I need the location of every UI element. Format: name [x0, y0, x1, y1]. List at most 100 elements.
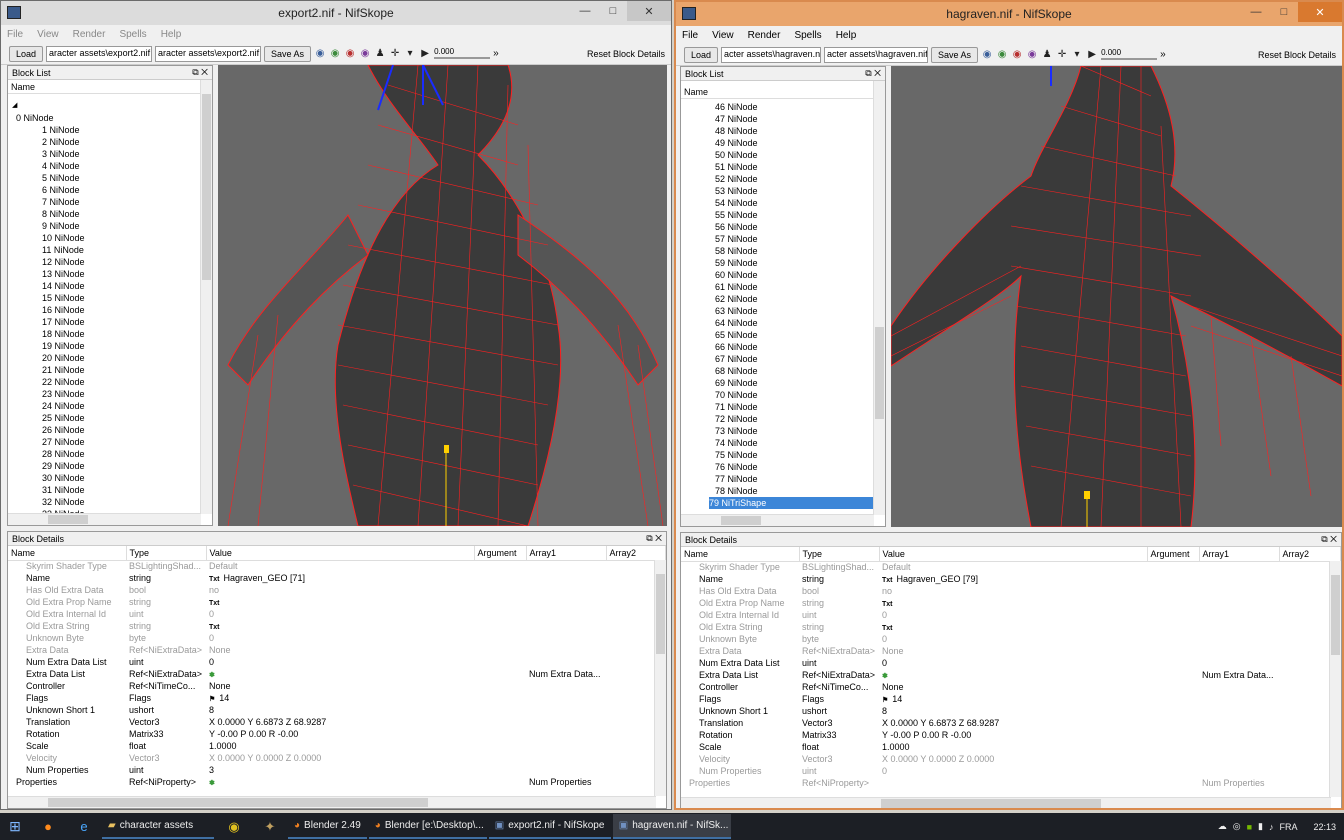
view-icon[interactable]: ◉ [1011, 49, 1023, 61]
dock-controls-icon[interactable]: ⧉ ✕ [646, 533, 666, 544]
windows-start-icon[interactable]: ⊞ [0, 813, 30, 840]
block-list-item[interactable]: 52 NiNode [685, 173, 885, 185]
menu-spells[interactable]: Spells [119, 29, 146, 40]
toolbar-more[interactable]: » [493, 48, 499, 59]
volume-icon[interactable]: ♪ [1269, 822, 1274, 832]
language-indicator[interactable]: FRA [1279, 822, 1297, 832]
block-list-item[interactable]: 57 NiNode [685, 233, 885, 245]
block-list-item[interactable]: 64 NiNode [685, 317, 885, 329]
details-row[interactable]: Controller Ref<NiTimeCo... None [8, 680, 666, 692]
block-list-item[interactable]: 21 NiNode [12, 364, 212, 376]
field-value[interactable]: 8 [879, 705, 1147, 717]
details-row[interactable]: Name string Txt Hagraven_GEO [79] [681, 573, 1341, 585]
details-row[interactable]: Flags Flags ⚑ 14 [8, 692, 666, 704]
menu-file[interactable]: File [682, 30, 698, 41]
block-list-item[interactable]: 46 NiNode [685, 101, 885, 113]
col-array1[interactable]: Array1 [526, 546, 607, 561]
field-value[interactable]: Default [879, 561, 1147, 573]
block-list-item[interactable]: 54 NiNode [685, 197, 885, 209]
details-row[interactable]: Has Old Extra Data bool no [681, 585, 1341, 597]
load-button[interactable]: Load [684, 46, 719, 63]
taskbar-task[interactable]: ▣ hagraven.nif - NifSk... [612, 814, 731, 839]
minimize-button[interactable]: — [1242, 2, 1270, 22]
block-list-item[interactable]: 12 NiNode [12, 256, 212, 268]
field-value[interactable]: 3 [206, 764, 474, 776]
menu-render[interactable]: Render [73, 29, 106, 40]
time-slider[interactable]: 0.000 [434, 47, 491, 61]
field-value[interactable]: ✽ [206, 668, 474, 680]
field-value[interactable]: ⚑ 14 [206, 692, 474, 704]
details-row[interactable]: Properties Ref<NiProperty> Num Properties [681, 777, 1341, 789]
block-list-item-selected[interactable]: 79 NiTriShape [709, 497, 885, 509]
col-argument[interactable]: Argument [474, 546, 527, 561]
block-list-item[interactable]: 73 NiNode [685, 425, 885, 437]
save-path-input[interactable]: acter assets\hagraven.nif [824, 46, 929, 63]
field-value[interactable]: None [206, 644, 474, 656]
details-row[interactable]: Has Old Extra Data bool no [8, 584, 666, 596]
block-list-hscrollbar[interactable] [681, 514, 874, 526]
tool-icon[interactable]: ✦ [252, 813, 288, 840]
details-row[interactable]: Translation Vector3 X 0.0000 Y 6.6873 Z 68… [681, 717, 1341, 729]
field-value[interactable] [879, 777, 1147, 789]
details-row[interactable]: Rotation Matrix33 Y -0.00 P 0.00 R -0.00 [8, 728, 666, 740]
save-path-input[interactable]: aracter assets\export2.nif [155, 45, 262, 62]
block-list-item[interactable]: 76 NiNode [685, 461, 885, 473]
details-row[interactable]: Extra Data List Ref<NiExtraData> ✽ Num Extr… [681, 669, 1341, 681]
save-as-button[interactable]: Save As [264, 45, 312, 62]
field-value[interactable]: 0 [206, 632, 474, 644]
details-row[interactable]: Num Properties uint 0 [681, 765, 1341, 777]
field-value[interactable]: X 0.0000 Y 0.0000 Z 0.0000 [879, 753, 1147, 765]
col-array2[interactable]: Array2 [1279, 547, 1341, 562]
block-list-item[interactable]: 20 NiNode [12, 352, 212, 364]
block-list-item[interactable]: 65 NiNode [685, 329, 885, 341]
details-row[interactable]: Properties Ref<NiProperty> ✽ Num Properties [8, 776, 666, 788]
block-list-item[interactable]: 30 NiNode [12, 472, 212, 484]
block-list-item[interactable]: 50 NiNode [685, 149, 885, 161]
block-list-item[interactable]: 62 NiNode [685, 293, 885, 305]
block-list-item[interactable]: 31 NiNode [12, 484, 212, 496]
block-list-item[interactable]: 10 NiNode [12, 232, 212, 244]
taskbar-task[interactable]: ▣ export2.nif - NifSkope [488, 814, 611, 839]
details-row[interactable]: Num Extra Data List uint 0 [8, 656, 666, 668]
details-hscrollbar[interactable] [681, 797, 1331, 808]
col-name[interactable]: Name [8, 546, 127, 561]
field-value[interactable]: 8 [206, 704, 474, 716]
details-row[interactable]: Translation Vector3 X 0.0000 Y 6.6873 Z 68… [8, 716, 666, 728]
figure-icon[interactable]: ♟ [1041, 49, 1053, 61]
details-row[interactable]: Old Extra String string Txt [681, 621, 1341, 633]
field-value[interactable]: 0 [879, 633, 1147, 645]
details-row[interactable]: Rotation Matrix33 Y -0.00 P 0.00 R -0.00 [681, 729, 1341, 741]
field-value[interactable]: Txt Hagraven_GEO [79] [879, 573, 1147, 585]
view-icon[interactable]: ◉ [981, 49, 993, 61]
3d-viewport[interactable] [218, 65, 667, 526]
menu-help[interactable]: Help [161, 29, 182, 40]
close-button[interactable]: ✕ [627, 1, 671, 21]
block-list-item[interactable]: 2 NiNode [12, 136, 212, 148]
block-list-scrollbar[interactable] [873, 81, 885, 515]
reset-block-details[interactable]: Reset Block Details [587, 49, 671, 59]
block-list-item[interactable]: 14 NiNode [12, 280, 212, 292]
block-list-item[interactable]: 23 NiNode [12, 388, 212, 400]
block-list-item[interactable]: 13 NiNode [12, 268, 212, 280]
maximize-button[interactable]: □ [599, 1, 627, 21]
details-row[interactable]: Unknown Byte byte 0 [8, 632, 666, 644]
block-list-item[interactable]: 74 NiNode [685, 437, 885, 449]
details-row[interactable]: Old Extra Internal Id uint 0 [8, 608, 666, 620]
field-value[interactable]: 0 [206, 608, 474, 620]
block-list-item[interactable]: 5 NiNode [12, 172, 212, 184]
dropdown-arrow-icon[interactable]: ▾ [1071, 49, 1083, 61]
block-list-item[interactable]: 3 NiNode [12, 148, 212, 160]
block-list-item[interactable]: 29 NiNode [12, 460, 212, 472]
details-row[interactable]: Name string Txt Hagraven_GEO [71] [8, 572, 666, 584]
menu-spells[interactable]: Spells [794, 30, 821, 41]
menu-help[interactable]: Help [836, 30, 857, 41]
field-value[interactable]: Txt [206, 620, 474, 632]
col-type[interactable]: Type [799, 547, 880, 562]
load-path-input[interactable]: acter assets\hagraven.nif [721, 46, 822, 63]
axes-icon[interactable]: ✛ [1056, 49, 1068, 61]
block-list-item[interactable]: 15 NiNode [12, 292, 212, 304]
field-value[interactable]: X 0.0000 Y 6.6873 Z 68.9287 [879, 717, 1147, 729]
details-row[interactable]: Scale float 1.0000 [8, 740, 666, 752]
details-row[interactable]: Old Extra String string Txt [8, 620, 666, 632]
field-value[interactable]: 0 [879, 657, 1147, 669]
